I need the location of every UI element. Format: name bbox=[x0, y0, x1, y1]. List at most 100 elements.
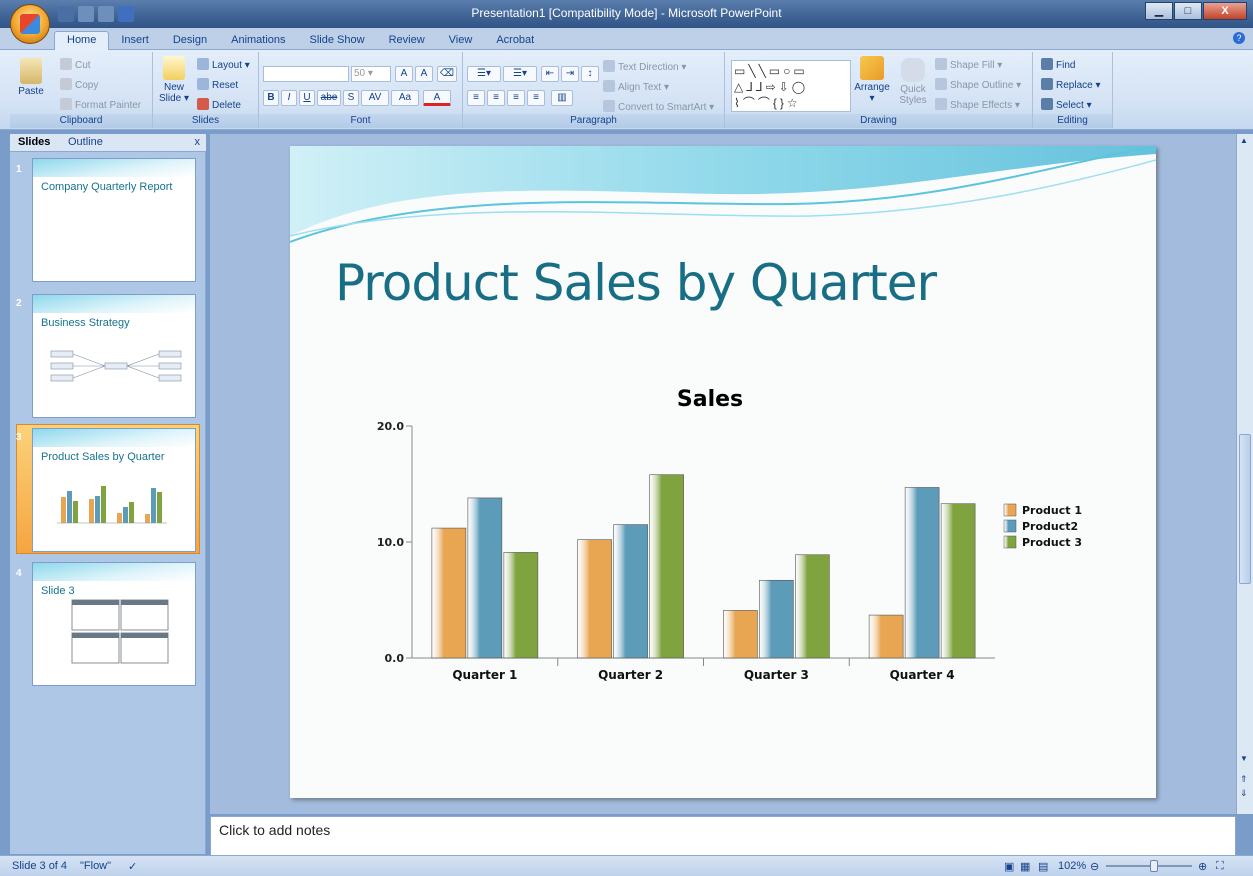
vertical-scrollbar[interactable]: ▲ ▼ ⇑ ⇓ bbox=[1236, 134, 1253, 814]
strikethrough-button[interactable]: abe bbox=[317, 90, 341, 106]
arrange-button[interactable]: Arrange ▾ bbox=[853, 56, 891, 104]
align-center-button[interactable]: ≡ bbox=[487, 90, 505, 106]
normal-view-icon[interactable]: ▣ bbox=[1004, 860, 1014, 873]
copy-button[interactable]: Copy bbox=[60, 78, 98, 91]
align-text-button[interactable]: Align Text ▾ bbox=[603, 80, 669, 93]
shape-fill-label: Shape Fill bbox=[950, 60, 995, 71]
panel-close-icon[interactable]: x bbox=[195, 136, 201, 148]
cut-button[interactable]: Cut bbox=[60, 58, 91, 71]
reset-icon bbox=[197, 78, 209, 90]
replace-button[interactable]: Replace ▾ bbox=[1041, 78, 1101, 91]
shrink-font-button[interactable]: A bbox=[415, 66, 433, 82]
office-button[interactable] bbox=[10, 4, 50, 44]
font-size-field[interactable]: 50 ▾ bbox=[351, 66, 391, 82]
arrange-label: Arrange bbox=[854, 82, 890, 93]
close-button[interactable]: X bbox=[1203, 2, 1247, 20]
clear-formatting-button[interactable]: ⌫ bbox=[437, 66, 457, 82]
char-spacing-button[interactable]: AV bbox=[361, 90, 389, 106]
bar bbox=[467, 497, 503, 659]
next-slide-icon[interactable]: ⇓ bbox=[1240, 788, 1248, 799]
tab-slides[interactable]: Slides bbox=[18, 136, 50, 148]
slide-header-swoosh bbox=[290, 146, 1156, 243]
align-right-button[interactable]: ≡ bbox=[507, 90, 525, 106]
new-slide-icon bbox=[163, 56, 185, 80]
layout-button[interactable]: Layout ▾ bbox=[197, 58, 250, 71]
format-painter-button[interactable]: Format Painter bbox=[60, 98, 141, 111]
shape-effects-icon bbox=[935, 98, 947, 110]
slide-thumbnail-2[interactable]: Business Strategy bbox=[32, 294, 196, 418]
new-slide-label-1: New bbox=[163, 82, 184, 93]
select-button[interactable]: Select ▾ bbox=[1041, 98, 1092, 111]
bar bbox=[613, 524, 648, 659]
bold-button[interactable]: B bbox=[263, 90, 279, 106]
bar bbox=[759, 579, 794, 659]
justify-button[interactable]: ≡ bbox=[527, 90, 545, 106]
columns-button[interactable]: ▥ bbox=[551, 90, 573, 106]
change-case-button[interactable]: Aa bbox=[391, 90, 419, 106]
tab-view[interactable]: View bbox=[437, 32, 485, 52]
tab-slide-show[interactable]: Slide Show bbox=[298, 32, 377, 52]
align-left-button[interactable]: ≡ bbox=[467, 90, 485, 106]
spell-check-icon[interactable]: ✓ bbox=[128, 860, 137, 873]
help-icon[interactable]: ? bbox=[1233, 32, 1245, 44]
text-shadow-button[interactable]: S bbox=[343, 90, 359, 106]
shapes-gallery[interactable]: ▭╲╲▭○▭ △⅃⅃⇨⇩◯ ⌇⌒⌒{}☆ bbox=[731, 60, 851, 112]
tab-design[interactable]: Design bbox=[161, 32, 219, 52]
line-spacing-button[interactable]: ↕ bbox=[581, 66, 599, 82]
slide-show-icon[interactable]: ▤ bbox=[1038, 860, 1048, 873]
quick-styles-button[interactable]: Quick Styles bbox=[895, 58, 931, 106]
shape-effects-button[interactable]: Shape Effects ▾ bbox=[935, 98, 1020, 111]
convert-smartart-label: Convert to SmartArt bbox=[618, 102, 707, 113]
fit-to-window-icon[interactable]: ⛶ bbox=[1216, 860, 1224, 873]
convert-smartart-button[interactable]: Convert to SmartArt ▾ bbox=[603, 100, 714, 113]
font-color-button[interactable]: A bbox=[423, 90, 451, 106]
slide-title[interactable]: Product Sales by Quarter bbox=[335, 254, 937, 312]
shape-fill-button[interactable]: Shape Fill ▾ bbox=[935, 58, 1002, 71]
underline-button[interactable]: U bbox=[299, 90, 315, 106]
notes-pane[interactable]: Click to add notes bbox=[210, 816, 1236, 856]
replace-icon bbox=[1041, 78, 1053, 90]
font-name-field[interactable] bbox=[263, 66, 349, 82]
prev-slide-icon[interactable]: ⇑ bbox=[1240, 774, 1248, 785]
new-slide-button[interactable]: New Slide ▾ bbox=[157, 56, 191, 104]
zoom-slider-knob[interactable] bbox=[1150, 860, 1158, 872]
slide-sorter-icon[interactable]: ▦ bbox=[1020, 860, 1030, 873]
increase-indent-button[interactable]: ⇥ bbox=[561, 66, 579, 82]
tab-insert[interactable]: Insert bbox=[109, 32, 161, 52]
zoom-out-icon[interactable]: ⊖ bbox=[1090, 860, 1099, 873]
find-button[interactable]: Find bbox=[1041, 58, 1075, 71]
zoom-level[interactable]: 102% bbox=[1058, 860, 1086, 872]
scroll-thumb[interactable] bbox=[1239, 434, 1251, 584]
align-text-label: Align Text bbox=[618, 82, 662, 93]
shape-outline-button[interactable]: Shape Outline ▾ bbox=[935, 78, 1021, 91]
tab-outline[interactable]: Outline bbox=[68, 136, 103, 148]
grow-font-button[interactable]: A bbox=[395, 66, 413, 82]
maximize-button[interactable]: □ bbox=[1174, 2, 1202, 20]
zoom-slider[interactable] bbox=[1106, 865, 1192, 867]
text-direction-button[interactable]: Text Direction ▾ bbox=[603, 60, 686, 73]
zoom-in-icon[interactable]: ⊕ bbox=[1198, 860, 1207, 873]
sales-chart[interactable]: Sales 0.0 10.0 20.0 Quarter 1 Quarter 2 Quarte… bbox=[350, 376, 1110, 686]
tab-animations[interactable]: Animations bbox=[219, 32, 297, 52]
slide-canvas[interactable]: Product Sales by Quarter Sales 0.0 10.0 20.… bbox=[290, 146, 1156, 798]
minimize-button[interactable]: ▁ bbox=[1145, 2, 1173, 20]
paste-button[interactable]: Paste bbox=[16, 58, 46, 97]
slide-thumbnail-3[interactable]: Product Sales by Quarter bbox=[32, 428, 196, 552]
reset-button[interactable]: Reset bbox=[197, 78, 238, 91]
numbering-button[interactable]: ☰▾ bbox=[503, 66, 537, 82]
category-label: Quarter 3 bbox=[744, 668, 809, 682]
italic-button[interactable]: I bbox=[281, 90, 297, 106]
bullets-button[interactable]: ☰▾ bbox=[467, 66, 501, 82]
scroll-down-icon[interactable]: ▼ bbox=[1240, 754, 1248, 763]
slide-thumbnail-1[interactable]: Company Quarterly Report bbox=[32, 158, 196, 282]
thumb-number-1: 1 bbox=[16, 164, 22, 175]
slide-thumbnail-4[interactable]: Slide 3 bbox=[32, 562, 196, 686]
scroll-up-icon[interactable]: ▲ bbox=[1240, 136, 1248, 145]
delete-button[interactable]: Delete bbox=[197, 98, 241, 111]
decrease-indent-button[interactable]: ⇤ bbox=[541, 66, 559, 82]
font-size-value: 50 bbox=[354, 68, 366, 79]
tab-home[interactable]: Home bbox=[54, 31, 110, 51]
font-group-label: Font bbox=[259, 114, 462, 128]
tab-review[interactable]: Review bbox=[377, 32, 437, 52]
tab-acrobat[interactable]: Acrobat bbox=[484, 32, 546, 52]
